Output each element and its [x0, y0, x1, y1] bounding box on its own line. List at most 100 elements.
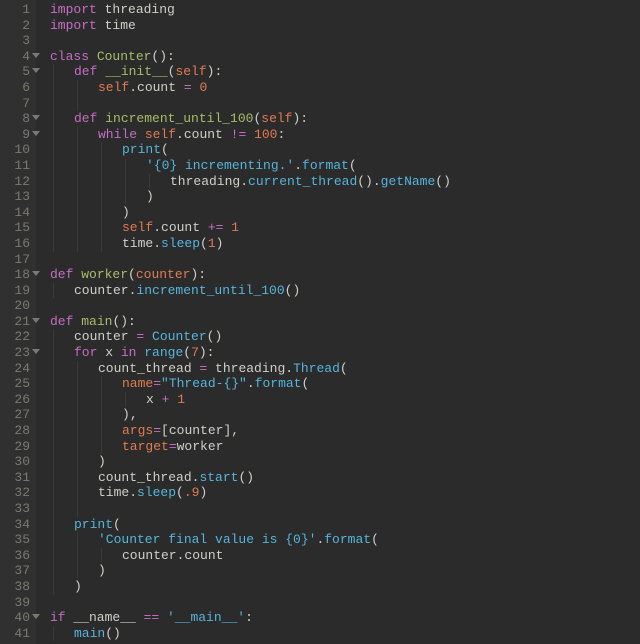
- code-line[interactable]: [50, 33, 640, 49]
- token-arg: args: [122, 423, 153, 438]
- code-line[interactable]: x + 1: [50, 392, 640, 408]
- token-paren: ): [199, 485, 207, 500]
- token-bcall: main: [74, 626, 105, 641]
- code-line[interactable]: print(: [50, 517, 640, 533]
- token-bcall: print: [74, 517, 113, 532]
- token-paren: ):: [199, 345, 215, 360]
- code-line[interactable]: threading.current_thread().getName(): [50, 174, 640, 190]
- line-number: 11: [10, 158, 30, 174]
- token-paren: ):: [207, 64, 223, 79]
- code-line[interactable]: def increment_until_100(self):: [50, 111, 640, 127]
- code-line[interactable]: def worker(counter):: [50, 267, 640, 283]
- token-arg: self: [261, 111, 292, 126]
- code-line[interactable]: time.sleep(.9): [50, 485, 640, 501]
- code-line[interactable]: main(): [50, 626, 640, 642]
- code-line[interactable]: if __name__ == '__main__':: [50, 610, 640, 626]
- token-paren: ): [216, 236, 224, 251]
- token-paren: :: [277, 127, 285, 142]
- code-line[interactable]: ): [50, 189, 640, 205]
- token-fn: worker: [81, 267, 128, 282]
- token-name: .: [176, 127, 184, 142]
- token-kw: def: [74, 64, 105, 79]
- code-line[interactable]: import threading: [50, 2, 640, 18]
- token-num: 100: [254, 127, 277, 142]
- token-num: .9: [184, 485, 200, 500]
- code-line[interactable]: ): [50, 579, 640, 595]
- code-line[interactable]: counter = Counter(): [50, 329, 640, 345]
- token-name: .: [373, 174, 381, 189]
- code-line[interactable]: while self.count != 100:: [50, 127, 640, 143]
- token-num: 7: [191, 345, 199, 360]
- code-area[interactable]: import threadingimport time class Counte…: [36, 0, 640, 644]
- token-num: 1: [208, 236, 216, 251]
- code-line[interactable]: 'Counter final value is {0}'.format(: [50, 532, 640, 548]
- token-kw: class: [50, 49, 97, 64]
- token-bcall: print: [122, 142, 161, 157]
- token-op: =: [184, 80, 192, 95]
- code-line[interactable]: [50, 96, 640, 112]
- gutter: 1234567891011121314151617181920212223242…: [0, 0, 36, 644]
- code-line[interactable]: time.sleep(1): [50, 236, 640, 252]
- code-line[interactable]: ): [50, 454, 640, 470]
- code-line[interactable]: [50, 595, 640, 611]
- code-line[interactable]: '{0} incrementing.'.format(: [50, 158, 640, 174]
- code-line[interactable]: [50, 252, 640, 268]
- token-str: 'Counter final value is {0}': [98, 532, 316, 547]
- code-line[interactable]: def __init__(self):: [50, 64, 640, 80]
- token-str: '{0} incrementing.': [146, 158, 294, 173]
- code-line[interactable]: args=[counter],: [50, 423, 640, 439]
- code-line[interactable]: count_thread.start(): [50, 470, 640, 486]
- code-line[interactable]: name="Thread-{}".format(: [50, 376, 640, 392]
- code-line[interactable]: [50, 501, 640, 517]
- token-paren: (): [105, 626, 121, 641]
- code-line[interactable]: class Counter():: [50, 49, 640, 65]
- token-name: counter: [74, 329, 136, 344]
- line-number: 37: [10, 563, 30, 579]
- token-name: count: [161, 220, 208, 235]
- line-number: 13: [10, 189, 30, 205]
- token-op: !=: [231, 127, 247, 142]
- code-line[interactable]: ): [50, 563, 640, 579]
- line-number: 6: [10, 80, 30, 96]
- code-line[interactable]: import time: [50, 18, 640, 34]
- token-kw: def: [74, 111, 105, 126]
- line-number: 17: [10, 252, 30, 268]
- token-name: ,: [231, 423, 239, 438]
- token-name: counter: [169, 423, 224, 438]
- line-number: 24: [10, 361, 30, 377]
- token-name: .: [153, 236, 161, 251]
- code-editor[interactable]: 1234567891011121314151617181920212223242…: [0, 0, 640, 644]
- code-line[interactable]: [50, 298, 640, 314]
- token-paren: (: [176, 485, 184, 500]
- code-line[interactable]: counter.increment_until_100(): [50, 283, 640, 299]
- token-paren: (: [371, 532, 379, 547]
- token-bcall: format: [324, 532, 371, 547]
- code-line[interactable]: count_thread = threading.Thread(: [50, 361, 640, 377]
- code-line[interactable]: ): [50, 205, 640, 221]
- code-line[interactable]: for x in range(7):: [50, 345, 640, 361]
- token-name: .: [129, 80, 137, 95]
- token-bcall: format: [302, 158, 349, 173]
- token-op: ==: [144, 610, 160, 625]
- line-number: 14: [10, 205, 30, 221]
- code-line[interactable]: def main():: [50, 314, 640, 330]
- code-line[interactable]: ),: [50, 407, 640, 423]
- token-name: __name__: [73, 610, 143, 625]
- code-line[interactable]: counter.count: [50, 548, 640, 564]
- token-arg: self: [145, 127, 176, 142]
- token-paren: (: [349, 158, 357, 173]
- code-line[interactable]: target=worker: [50, 439, 640, 455]
- code-line[interactable]: print(: [50, 142, 640, 158]
- token-paren: (: [301, 376, 309, 391]
- token-name: .: [247, 376, 255, 391]
- token-op: +=: [208, 220, 224, 235]
- token-name: [246, 127, 254, 142]
- token-bcall: increment_until_100: [136, 283, 284, 298]
- code-line[interactable]: self.count = 0: [50, 80, 640, 96]
- line-number: 36: [10, 548, 30, 564]
- token-paren: (: [113, 517, 121, 532]
- token-arg: counter: [136, 267, 191, 282]
- code-line[interactable]: self.count += 1: [50, 220, 640, 236]
- token-num: 1: [231, 220, 239, 235]
- token-name: time: [122, 236, 153, 251]
